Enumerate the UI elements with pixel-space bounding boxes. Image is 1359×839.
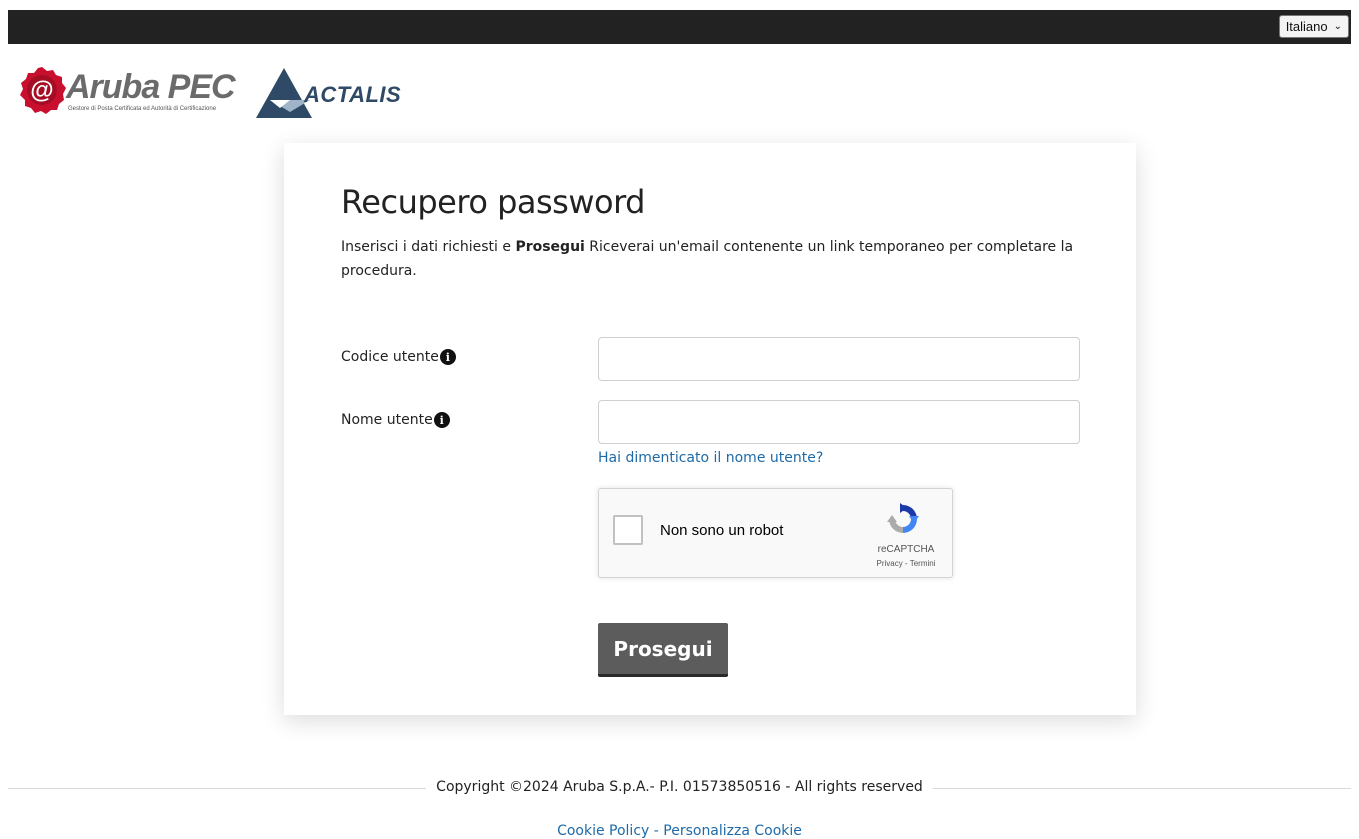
copyright-text: Copyright ©2024 Aruba S.p.A.- P.I. 01573… xyxy=(0,779,1359,795)
language-select[interactable]: Italiano ⌄ xyxy=(1278,15,1349,38)
recaptcha-terms-link[interactable]: Termini xyxy=(910,559,936,568)
info-icon[interactable]: i xyxy=(433,412,450,428)
recaptcha-brand: reCAPTCHA xyxy=(877,544,935,555)
codice-utente-label: Codice utente i xyxy=(341,349,456,365)
intro-text: Inserisci i dati richiesti e Prosegui Ri… xyxy=(341,235,1081,283)
footer-link-separator: - xyxy=(649,823,664,839)
language-select-value: Italiano xyxy=(1285,19,1328,34)
forgot-username-link[interactable]: Hai dimenticato il nome utente? xyxy=(598,450,823,466)
top-bar: Italiano ⌄ xyxy=(8,10,1351,44)
page-title: Recupero password xyxy=(341,183,645,221)
nome-utente-input[interactable] xyxy=(598,400,1080,444)
password-recovery-card: Recupero password Inserisci i dati richi… xyxy=(284,143,1136,715)
recaptcha-link-separator: - xyxy=(902,559,910,568)
codice-utente-label-text: Codice utente xyxy=(341,349,439,365)
footer-links: Cookie Policy - Personalizza Cookie xyxy=(0,823,1359,839)
header-logos: @ Aruba PEC Gestore di Posta Certificata… xyxy=(16,64,412,120)
prosegui-button[interactable]: Prosegui xyxy=(598,623,728,677)
aruba-pec-tagline: Gestore di Posta Certificata ed Autorità… xyxy=(68,106,217,112)
recaptcha-widget: Non sono un robot reCAPTCHA Privacy - Te… xyxy=(598,488,953,578)
nome-utente-label: Nome utente i xyxy=(341,412,450,428)
codice-utente-input[interactable] xyxy=(598,337,1080,381)
nome-utente-label-text: Nome utente xyxy=(341,412,433,428)
aruba-pec-logo: @ Aruba PEC Gestore di Posta Certificata… xyxy=(16,64,246,120)
recaptcha-label: Non sono un robot xyxy=(660,522,784,539)
customize-cookie-link[interactable]: Personalizza Cookie xyxy=(663,823,802,839)
recaptcha-logo-icon xyxy=(887,503,919,533)
recaptcha-checkbox[interactable] xyxy=(613,515,643,545)
aruba-seal-icon: @ xyxy=(20,67,66,114)
cookie-policy-link[interactable]: Cookie Policy xyxy=(557,823,649,839)
recaptcha-privacy-link[interactable]: Privacy xyxy=(877,559,903,568)
intro-text-bold: Prosegui xyxy=(515,239,585,255)
aruba-pec-wordmark: Aruba PEC xyxy=(66,68,236,106)
chevron-down-icon: ⌄ xyxy=(1333,21,1342,32)
recaptcha-links: Privacy - Termini xyxy=(861,559,951,568)
copyright-label: Copyright ©2024 Aruba S.p.A.- P.I. 01573… xyxy=(426,779,933,795)
info-icon[interactable]: i xyxy=(439,349,456,365)
actalis-logo: ACTALIS xyxy=(252,64,412,120)
actalis-wordmark: ACTALIS xyxy=(304,82,402,107)
intro-text-start: Inserisci i dati richiesti e xyxy=(341,239,516,255)
svg-text:@: @ xyxy=(30,77,53,104)
